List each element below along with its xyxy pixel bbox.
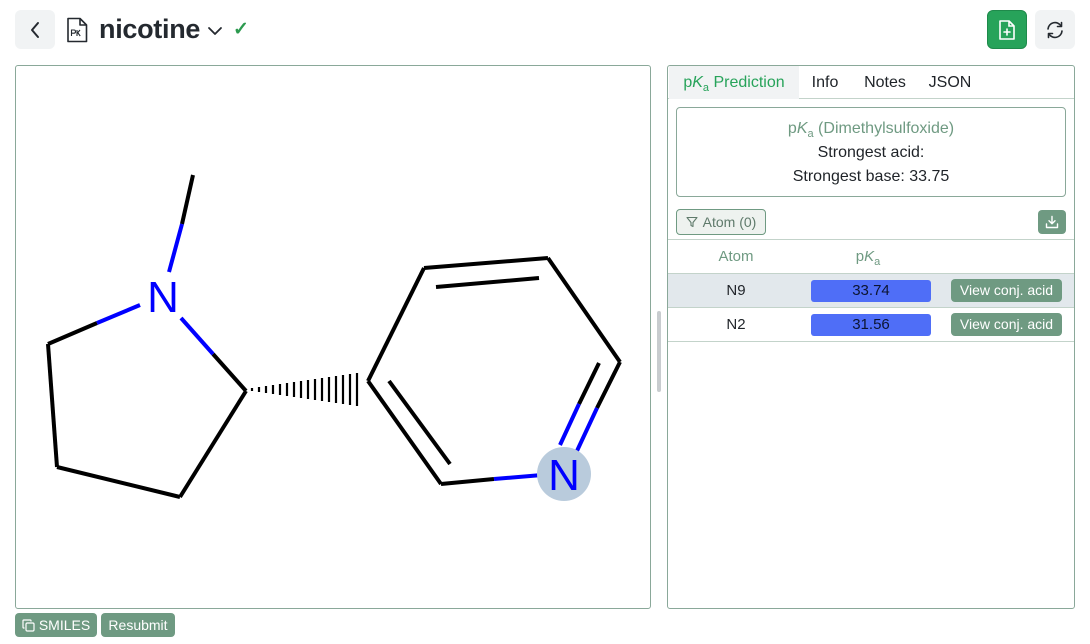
atom-filter-label: Atom (0) [702, 214, 757, 230]
atom-cell: N2 [726, 316, 746, 333]
strongest-base: Strongest base: 33.75 [792, 168, 950, 185]
bond [47, 321, 98, 346]
bond [180, 174, 195, 225]
tab-pka-prediction[interactable]: pKa Prediction [669, 66, 799, 99]
panel-tabs: pKa Prediction Info Notes JSON [668, 66, 1074, 99]
bond [178, 389, 248, 499]
hashed-stereo-bond [250, 373, 359, 406]
chevron-down-icon[interactable] [207, 24, 223, 38]
bond [366, 267, 426, 382]
bond [440, 477, 495, 486]
refresh-button[interactable] [1035, 10, 1075, 49]
copy-smiles-button[interactable]: SMILES [15, 613, 97, 637]
atom-label: N [147, 273, 179, 322]
copy-icon [22, 618, 35, 632]
bond [574, 407, 599, 454]
validated-check-icon: ✓ [233, 19, 249, 40]
bond [179, 316, 215, 356]
pka-summary-box: pKa (Dimethylsulfoxide) Strongest acid: … [676, 107, 1066, 197]
pka-value-bar: 31.56 [811, 314, 931, 336]
resubmit-button[interactable]: Resubmit [101, 613, 175, 637]
column-header-atom: Atom [718, 248, 754, 265]
info-panel: pKa Prediction Info Notes JSON pKa (Dime… [667, 65, 1075, 609]
filter-icon [686, 216, 698, 228]
bond [577, 362, 601, 405]
bond [56, 465, 181, 499]
strongest-acid: Strongest acid: [817, 144, 925, 161]
bond [167, 223, 184, 273]
bond [493, 473, 543, 481]
view-conj-acid-button[interactable]: View conj. acid [951, 279, 1062, 302]
column-header-pka: pKa [855, 248, 881, 268]
molecule-title: nicotine [99, 14, 201, 44]
view-conj-acid-button[interactable]: View conj. acid [951, 313, 1062, 336]
bond [435, 276, 540, 289]
atom-cell: N9 [726, 282, 746, 299]
top-bar: nicotine ✓ [0, 0, 1090, 60]
download-icon [1045, 215, 1059, 229]
tab-json[interactable]: JSON [925, 66, 975, 99]
panel-splitter[interactable] [657, 311, 661, 392]
bond [211, 352, 248, 393]
atom-label: N [548, 451, 580, 500]
molecule-viewer[interactable]: N N [15, 65, 651, 609]
table-row[interactable]: N2 31.56 View conj. acid [668, 308, 1074, 342]
tab-info[interactable]: Info [805, 66, 845, 99]
bond [96, 303, 141, 325]
file-plus-icon [999, 19, 1015, 40]
molecule-structure: N N [46, 174, 622, 501]
smiles-label: SMILES [38, 617, 91, 633]
bond [595, 361, 622, 409]
file-icon [67, 17, 88, 43]
table-row[interactable]: N9 33.74 View conj. acid [668, 274, 1074, 308]
bond [423, 256, 549, 270]
solvent-label: pKa (Dimethylsulfoxide) [787, 120, 955, 141]
save-file-button[interactable] [987, 10, 1027, 49]
bond [366, 379, 443, 486]
pka-value-bar: 33.74 [811, 280, 931, 302]
bond [558, 403, 581, 446]
back-button[interactable] [15, 10, 55, 49]
chevron-left-icon [31, 21, 39, 38]
bond [46, 343, 59, 468]
refresh-icon [1047, 21, 1063, 38]
atom-filter-button[interactable]: Atom (0) [676, 209, 766, 235]
download-button[interactable] [1038, 210, 1066, 234]
tab-notes[interactable]: Notes [858, 66, 912, 99]
bond [546, 256, 622, 364]
